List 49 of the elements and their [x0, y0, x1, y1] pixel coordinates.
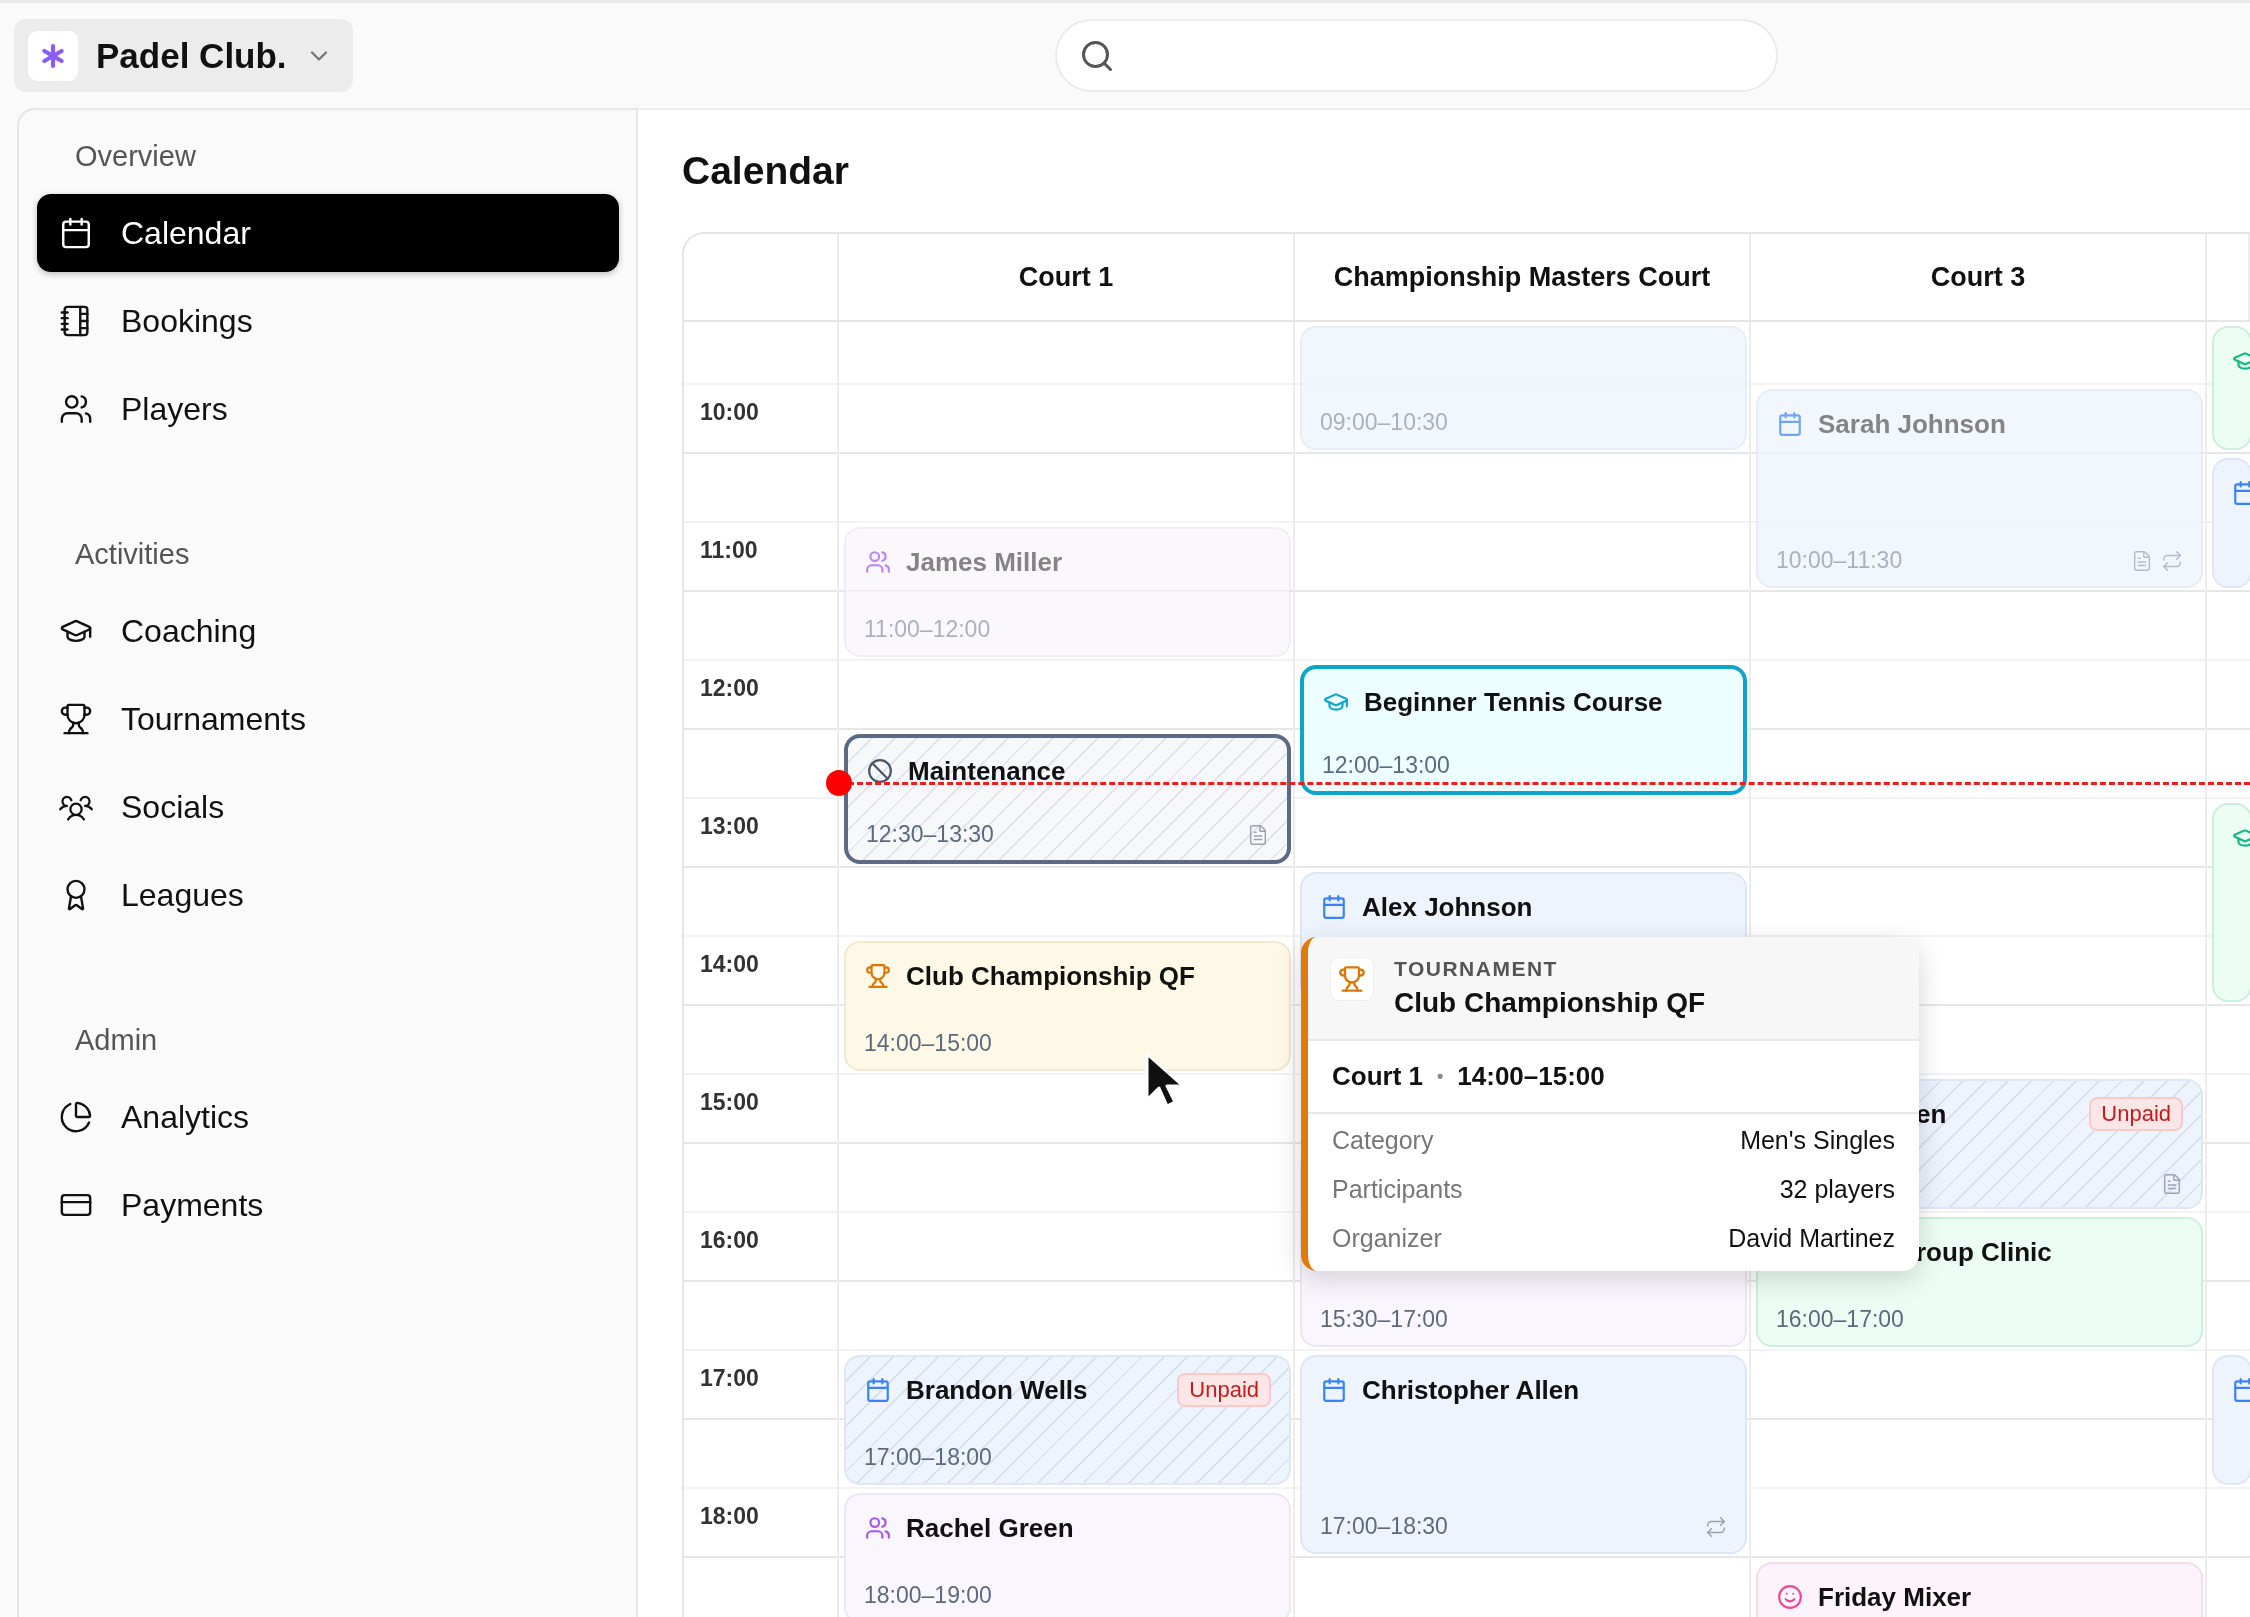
- event-time: 15:30–17:00: [1320, 1306, 1448, 1333]
- event-time: 18:00–19:00: [864, 1582, 992, 1609]
- court-header: Court 3: [1930, 261, 2026, 293]
- event-time: 11:00–12:00: [864, 616, 991, 643]
- hour-label: 15:00: [699, 1088, 760, 1117]
- event-time: 10:00–11:30: [1776, 547, 1903, 574]
- hour-label: 16:00: [699, 1226, 760, 1255]
- event-title: Brandon Wells: [906, 1374, 1088, 1406]
- event-time: 16:00–17:00: [1776, 1306, 1904, 1333]
- event-time: 09:00–10:30: [1320, 409, 1448, 436]
- unpaid-badge: Unpaid: [1177, 1373, 1271, 1407]
- event-time: 17:00–18:00: [864, 1444, 992, 1471]
- detail-label: Organizer: [1332, 1224, 1442, 1253]
- detail-label: Participants: [1332, 1175, 1463, 1204]
- detail-label: Category: [1332, 1126, 1434, 1155]
- hour-label: 12:00: [699, 674, 760, 703]
- event-title: Maintenance: [908, 755, 1066, 787]
- page-title: Calendar: [682, 148, 850, 194]
- hour-label: 13:00: [699, 812, 760, 841]
- hour-label: 17:00: [699, 1364, 760, 1393]
- unpaid-badge: Unpaid: [2089, 1097, 2183, 1131]
- hour-label: 18:00: [699, 1502, 760, 1531]
- event-time: 14:00–15:00: [864, 1030, 992, 1057]
- event-title: Club Championship QF: [906, 960, 1195, 992]
- event-title: Friday Mixer: [1818, 1581, 1972, 1613]
- court-header: Championship Masters Court: [1333, 261, 1711, 293]
- hour-label: 14:00: [699, 950, 760, 979]
- event-title: Alex Johnson: [1362, 891, 1533, 923]
- event-title: Christopher Allen: [1362, 1374, 1580, 1406]
- event-time: 17:00–18:30: [1320, 1513, 1448, 1540]
- event-title: roup Clinic: [1916, 1236, 2052, 1268]
- section-label: Overview: [74, 139, 197, 174]
- popover-time: 14:00–15:00: [1457, 1061, 1605, 1092]
- event-time: 12:30–13:30: [866, 821, 994, 848]
- event-title: Sarah Johnson: [1818, 408, 2006, 440]
- popover-court: Court 1: [1332, 1061, 1423, 1092]
- detail-value: 32 players: [1779, 1175, 1895, 1204]
- event-title: James Miller: [906, 546, 1063, 578]
- popover-title: Club Championship QF: [1394, 987, 1706, 1019]
- hour-label: 11:00: [699, 536, 759, 565]
- section-label: Admin: [74, 1023, 159, 1058]
- section-label: Activities: [74, 537, 191, 572]
- court-header: Court 1: [1018, 261, 1114, 293]
- event-time: 12:00–13:00: [1322, 752, 1450, 779]
- popover-category: TOURNAMENT: [1394, 957, 1559, 981]
- separator-dot: •: [1437, 1066, 1444, 1087]
- event-title: Rachel Green: [906, 1512, 1074, 1544]
- hour-label: 10:00: [699, 398, 760, 427]
- event-title: Beginner Tennis Course: [1364, 686, 1663, 718]
